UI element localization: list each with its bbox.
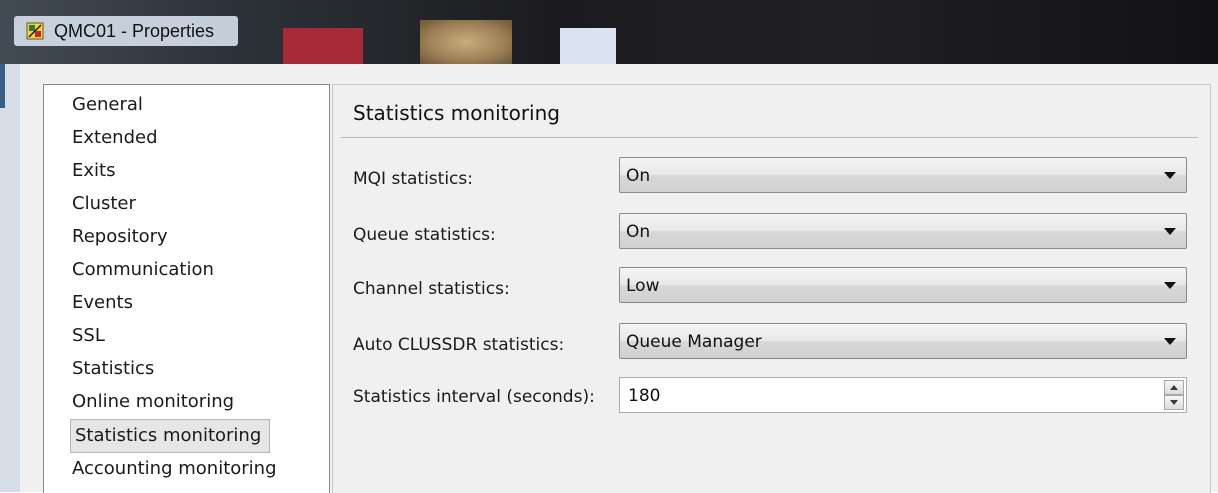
channel-statistics-label: Channel statistics:: [353, 279, 510, 299]
nav-item-events[interactable]: Events: [72, 287, 133, 319]
spinner-up-icon[interactable]: [1164, 380, 1184, 395]
channel-statistics-value: Low: [626, 276, 660, 296]
dropdown-arrow-icon: [1164, 228, 1176, 235]
nav-item-communication[interactable]: Communication: [72, 254, 214, 286]
mqi-statistics-value: On: [626, 166, 651, 186]
channel-statistics-select[interactable]: Low: [619, 267, 1187, 303]
statistics-interval-spinner[interactable]: 180: [619, 377, 1187, 413]
nav-item-exits[interactable]: Exits: [72, 155, 115, 187]
spinner-down-icon[interactable]: [1164, 395, 1184, 410]
queue-statistics-select[interactable]: On: [619, 213, 1187, 249]
window-title: QMC01 - Properties: [54, 20, 215, 41]
auto-clussdr-statistics-select[interactable]: Queue Manager: [619, 323, 1187, 359]
window-title-area: QMC01 - Properties: [14, 16, 238, 46]
queue-manager-icon: [26, 22, 44, 40]
dropdown-arrow-icon: [1164, 338, 1176, 345]
spinner-buttons: [1164, 380, 1184, 410]
nav-item-repository[interactable]: Repository: [72, 221, 168, 253]
nav-item-general[interactable]: General: [72, 89, 143, 121]
queue-statistics-label: Queue statistics:: [353, 225, 496, 245]
title-bar[interactable]: QMC01 - Properties: [0, 0, 1218, 64]
nav-item-cluster[interactable]: Cluster: [72, 188, 136, 220]
nav-item-statistics-monitoring[interactable]: Statistics monitoring: [70, 419, 271, 453]
statistics-interval-label: Statistics interval (seconds):: [353, 387, 595, 407]
dropdown-arrow-icon: [1164, 172, 1176, 179]
mqi-statistics-select[interactable]: On: [619, 157, 1187, 193]
frame-accent: [0, 64, 5, 108]
queue-statistics-value: On: [626, 222, 651, 242]
page-title: Statistics monitoring: [353, 101, 560, 125]
nav-item-online-monitoring[interactable]: Online monitoring: [72, 386, 234, 418]
nav-item-ssl[interactable]: SSL: [72, 320, 105, 352]
dropdown-arrow-icon: [1164, 282, 1176, 289]
window-frame: [0, 64, 20, 492]
background-app-thumbnail: [420, 20, 512, 64]
auto-clussdr-statistics-label: Auto CLUSSDR statistics:: [353, 335, 565, 355]
auto-clussdr-statistics-value: Queue Manager: [626, 332, 762, 352]
statistics-interval-value: 180: [628, 386, 661, 406]
background-app-thumbnail: [283, 28, 363, 64]
mqi-statistics-label: MQI statistics:: [353, 169, 473, 189]
properties-page: Statistics monitoring MQI statistics: On…: [332, 84, 1211, 493]
property-category-list[interactable]: General Extended Exits Cluster Repositor…: [43, 84, 330, 493]
nav-item-extended[interactable]: Extended: [72, 122, 158, 154]
title-divider: [341, 137, 1198, 138]
nav-item-statistics[interactable]: Statistics: [72, 353, 154, 385]
nav-item-accounting-monitoring[interactable]: Accounting monitoring: [72, 453, 277, 485]
background-app-thumbnail: [560, 28, 616, 64]
